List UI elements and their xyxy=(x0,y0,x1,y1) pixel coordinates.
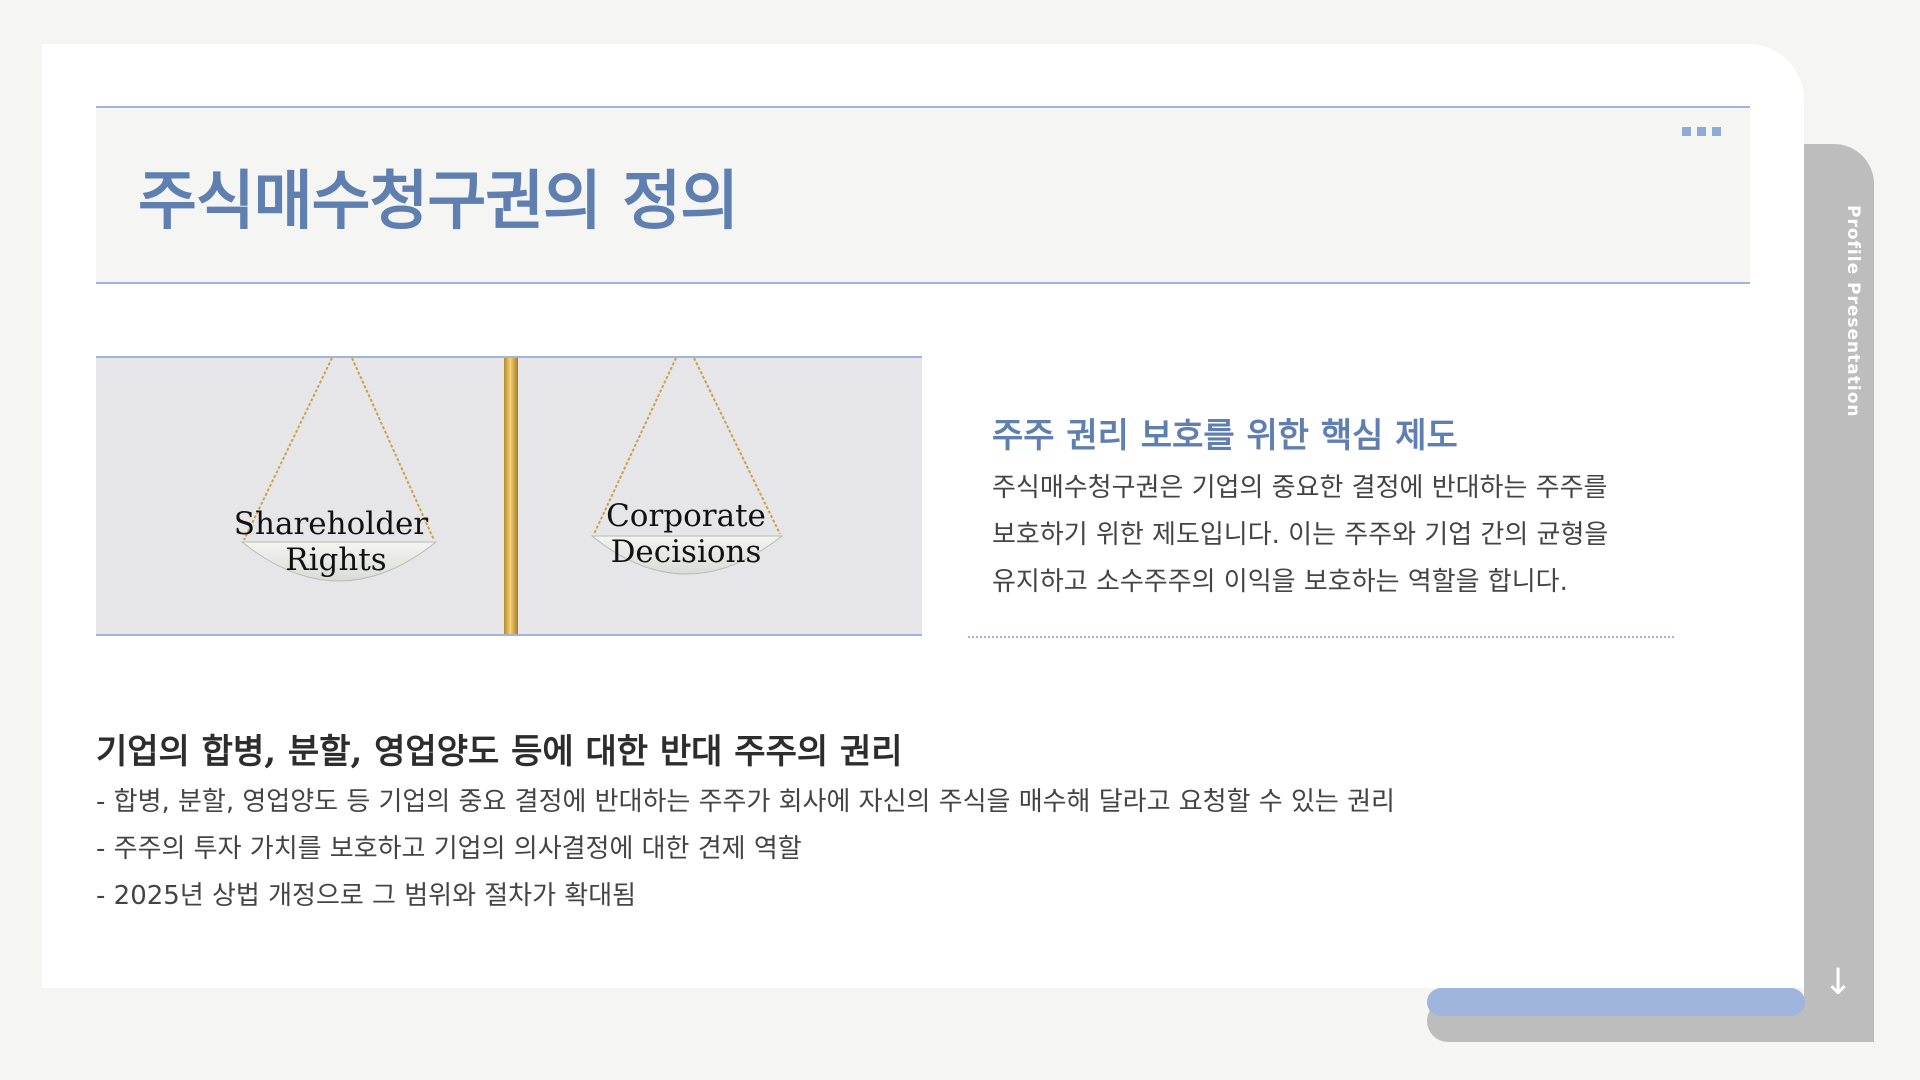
intro-paragraph: 주식매수청구권은 기업의 중요한 결정에 반대하는 주주를 보호하기 위한 제도… xyxy=(992,465,1682,606)
left-plate-label-1: Shareholder xyxy=(234,506,429,542)
list-item: - 주주의 투자 가치를 보호하고 기업의 의사결정에 대한 견제 역할 xyxy=(96,834,802,864)
left-plate-label-2: Rights xyxy=(285,542,386,578)
intro-line: 보호하기 위한 제도입니다. 이는 주주와 기업 간의 균형을 xyxy=(992,520,1609,550)
scale-pole xyxy=(504,358,518,634)
detail-heading: 기업의 합병, 분할, 영업양도 등에 대한 반대 주주의 권리 xyxy=(96,732,903,772)
list-item: - 2025년 상법 개정으로 그 범위와 절차가 확대됨 xyxy=(96,881,637,911)
detail-list: - 합병, 분할, 영업양도 등 기업의 중요 결정에 반대하는 주주가 회사에… xyxy=(96,779,1395,920)
right-plate-label-2: Decisions xyxy=(611,534,762,570)
intro-line: 주식매수청구권은 기업의 중요한 결정에 반대하는 주주를 xyxy=(992,473,1608,503)
arrow-down-icon[interactable]: ↓ xyxy=(1823,955,1853,1010)
decor-blue-bar xyxy=(1427,988,1805,1016)
dots-icon xyxy=(1682,127,1721,136)
right-plate-label-1: Corporate xyxy=(606,498,766,534)
dotted-divider xyxy=(968,636,1674,638)
side-tab-label: Profile Presentation xyxy=(1843,205,1863,418)
page-title: 주식매수청구권의 정의 xyxy=(138,164,739,239)
list-item: - 합병, 분할, 영업양도 등 기업의 중요 결정에 반대하는 주주가 회사에… xyxy=(96,787,1395,817)
intro-line: 유지하고 소수주주의 이익을 보호하는 역할을 합니다. xyxy=(992,567,1568,597)
scale-image: Shareholder Rights Corporate Decisions xyxy=(96,356,922,636)
intro-heading: 주주 권리 보호를 위한 핵심 제도 xyxy=(992,416,1458,456)
